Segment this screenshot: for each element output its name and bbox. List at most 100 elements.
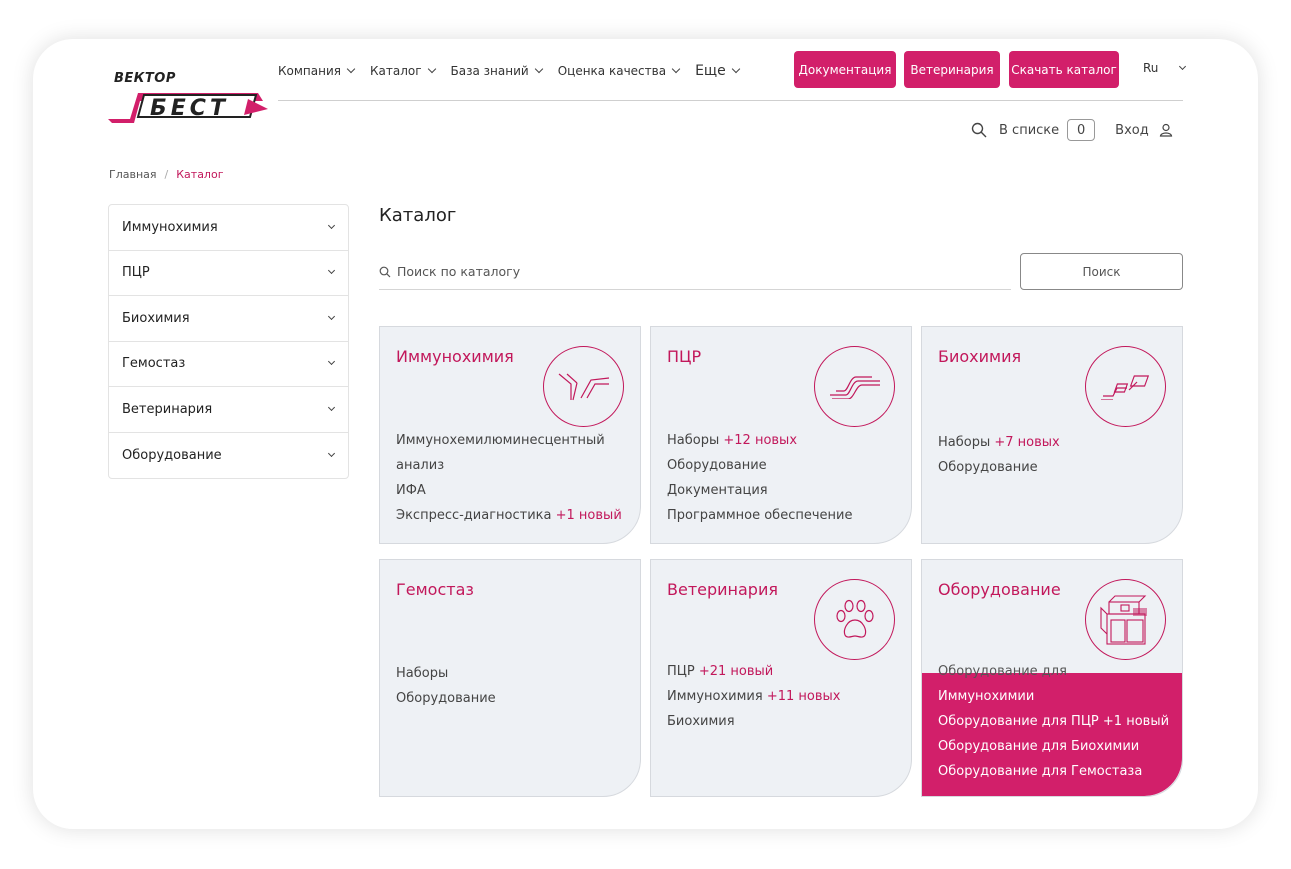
sidebar-item-label: Оборудование bbox=[122, 447, 222, 463]
nav-item-catalog[interactable]: Каталог bbox=[370, 64, 436, 78]
card-link[interactable]: Иммунохемилюминесцентный bbox=[396, 428, 622, 453]
nav-item-quality[interactable]: Оценка качества bbox=[558, 64, 681, 78]
chevron-down-icon bbox=[427, 64, 436, 74]
search-icon[interactable] bbox=[971, 122, 987, 138]
documentation-button[interactable]: Документация bbox=[794, 51, 896, 88]
link-text: Иммунохимия bbox=[667, 689, 763, 704]
page-title: Каталог bbox=[379, 205, 457, 226]
download-catalog-button[interactable]: Скачать каталог bbox=[1009, 51, 1119, 88]
logo-main-text: БЕСТ bbox=[150, 96, 229, 121]
chevron-down-icon bbox=[327, 267, 336, 275]
catalog-search-input[interactable]: Поиск по каталогу bbox=[379, 254, 1011, 290]
nav-item-company[interactable]: Компания bbox=[278, 64, 356, 78]
login-link[interactable]: Вход bbox=[1115, 123, 1149, 138]
card-links: Оборудование для Иммунохимии Оборудовани… bbox=[938, 659, 1169, 784]
link-text: Оборудование для Биохимии bbox=[938, 739, 1140, 754]
card-title[interactable]: Ветеринария bbox=[667, 580, 778, 599]
new-badge: +7 новых bbox=[994, 435, 1060, 450]
sidebar-item-hemostasis[interactable]: Гемостаз bbox=[109, 342, 348, 387]
biochemistry-icon bbox=[1085, 346, 1166, 427]
language-selector[interactable]: Ru bbox=[1143, 61, 1187, 75]
card-link[interactable]: Программное обеспечение bbox=[667, 503, 852, 528]
card-link[interactable]: Наборы +7 новых bbox=[938, 430, 1060, 455]
main-nav: Компания Каталог База знаний Оценка каче… bbox=[278, 61, 740, 81]
link-text: Оборудование для ПЦР bbox=[938, 714, 1099, 729]
link-text: Оборудование bbox=[396, 691, 496, 706]
nav-label: База знаний bbox=[450, 64, 529, 78]
nav-label: Еще bbox=[695, 63, 726, 79]
catalog-card-pcr[interactable]: ПЦР Наборы +12 новых Оборудование Докуме… bbox=[650, 326, 912, 544]
utility-bar: В списке 0 Вход bbox=[971, 119, 1173, 141]
card-link[interactable]: ПЦР +21 новый bbox=[667, 659, 841, 684]
sidebar-item-equipment[interactable]: Оборудование bbox=[109, 433, 348, 479]
search-button[interactable]: Поиск bbox=[1020, 253, 1183, 290]
catalog-card-veterinary[interactable]: Ветеринария ПЦР +21 новый Иммунохимия +1… bbox=[650, 559, 912, 797]
link-text: ИФА bbox=[396, 483, 426, 498]
nav-label: Компания bbox=[278, 64, 341, 78]
veterinary-button[interactable]: Ветеринария bbox=[904, 51, 1000, 88]
sidebar-item-immunochemistry[interactable]: Иммунохимия bbox=[109, 205, 348, 251]
nav-item-more[interactable]: Еще bbox=[695, 63, 740, 79]
chevron-down-icon bbox=[327, 358, 336, 366]
card-links: Наборы +12 новых Оборудование Документац… bbox=[667, 428, 852, 528]
card-link[interactable]: Иммунохимии bbox=[938, 684, 1169, 709]
card-link[interactable]: анализ bbox=[396, 453, 622, 478]
chevron-down-icon bbox=[671, 64, 681, 74]
breadcrumb: Главная / Каталог bbox=[109, 168, 223, 181]
link-text: Иммунохимии bbox=[938, 689, 1035, 704]
card-link[interactable]: Оборудование для Биохимии bbox=[938, 734, 1169, 759]
card-link[interactable]: Экспресс-диагностика +1 новый bbox=[396, 503, 622, 528]
sidebar-item-label: Иммунохимия bbox=[122, 219, 218, 235]
list-count-badge[interactable]: 0 bbox=[1067, 119, 1096, 141]
link-text: Оборудование bbox=[667, 458, 767, 473]
catalog-card-immunochemistry[interactable]: Иммунохимия Иммунохемилюминесцентный ана… bbox=[379, 326, 641, 544]
chevron-down-icon bbox=[534, 64, 543, 74]
card-link[interactable]: Документация bbox=[667, 478, 852, 503]
logo-top-text: ВЕКТОР bbox=[114, 71, 176, 86]
card-link[interactable]: Оборудование bbox=[938, 455, 1060, 480]
sidebar-item-veterinary[interactable]: Ветеринария bbox=[109, 387, 348, 433]
card-link[interactable]: Иммунохимия +11 новых bbox=[667, 684, 841, 709]
link-text: Наборы bbox=[667, 433, 720, 448]
search-placeholder: Поиск по каталогу bbox=[397, 264, 521, 279]
link-text: Программное обеспечение bbox=[667, 508, 853, 523]
card-title[interactable]: Оборудование bbox=[938, 580, 1061, 599]
card-title[interactable]: ПЦР bbox=[667, 347, 701, 366]
language-label: Ru bbox=[1143, 61, 1159, 75]
analyzer-icon bbox=[1085, 579, 1166, 660]
link-text: Оборудование для bbox=[938, 664, 1067, 679]
link-text: Наборы bbox=[396, 666, 449, 681]
card-link[interactable]: Наборы +12 новых bbox=[667, 428, 852, 453]
list-label[interactable]: В списке bbox=[999, 123, 1059, 138]
sidebar-item-pcr[interactable]: ПЦР bbox=[109, 251, 348, 296]
catalog-card-biochemistry[interactable]: Биохимия Наборы +7 новых Оборудование bbox=[921, 326, 1183, 544]
nav-item-knowledge-base[interactable]: База знаний bbox=[450, 64, 543, 78]
catalog-card-hemostasis[interactable]: Гемостаз Наборы Оборудование bbox=[379, 559, 641, 797]
card-link[interactable]: Оборудование bbox=[667, 453, 852, 478]
breadcrumb-home[interactable]: Главная bbox=[109, 168, 157, 181]
card-link[interactable]: Биохимия bbox=[667, 709, 841, 734]
chevron-down-icon bbox=[346, 64, 356, 74]
breadcrumb-separator: / bbox=[164, 168, 169, 181]
card-link[interactable]: Оборудование для ПЦР +1 новый bbox=[938, 709, 1169, 734]
card-link[interactable]: Оборудование для bbox=[938, 659, 1169, 684]
catalog-card-equipment[interactable]: Оборудование Оборудование для Иммунохими… bbox=[921, 559, 1183, 797]
card-link[interactable]: Оборудование для Гемостаза bbox=[938, 759, 1169, 784]
card-link[interactable]: Оборудование bbox=[396, 686, 496, 711]
card-title[interactable]: Гемостаз bbox=[396, 580, 474, 599]
card-link[interactable]: ИФА bbox=[396, 478, 622, 503]
search-icon bbox=[379, 266, 391, 277]
link-text: Наборы bbox=[938, 435, 991, 450]
new-badge: +21 новый bbox=[698, 664, 774, 679]
logo-mark: БЕСТ bbox=[108, 93, 268, 123]
sidebar-item-biochemistry[interactable]: Биохимия bbox=[109, 296, 348, 342]
new-badge: +1 новый bbox=[555, 508, 622, 523]
nav-divider bbox=[278, 100, 1183, 101]
card-link[interactable]: Наборы bbox=[396, 661, 496, 686]
sidebar-item-label: Гемостаз bbox=[122, 356, 186, 372]
chevron-down-icon bbox=[327, 449, 336, 457]
card-title[interactable]: Иммунохимия bbox=[396, 347, 514, 366]
logo[interactable]: ВЕКТОР БЕСТ bbox=[108, 69, 268, 127]
user-icon[interactable] bbox=[1159, 123, 1173, 137]
card-title[interactable]: Биохимия bbox=[938, 347, 1021, 366]
